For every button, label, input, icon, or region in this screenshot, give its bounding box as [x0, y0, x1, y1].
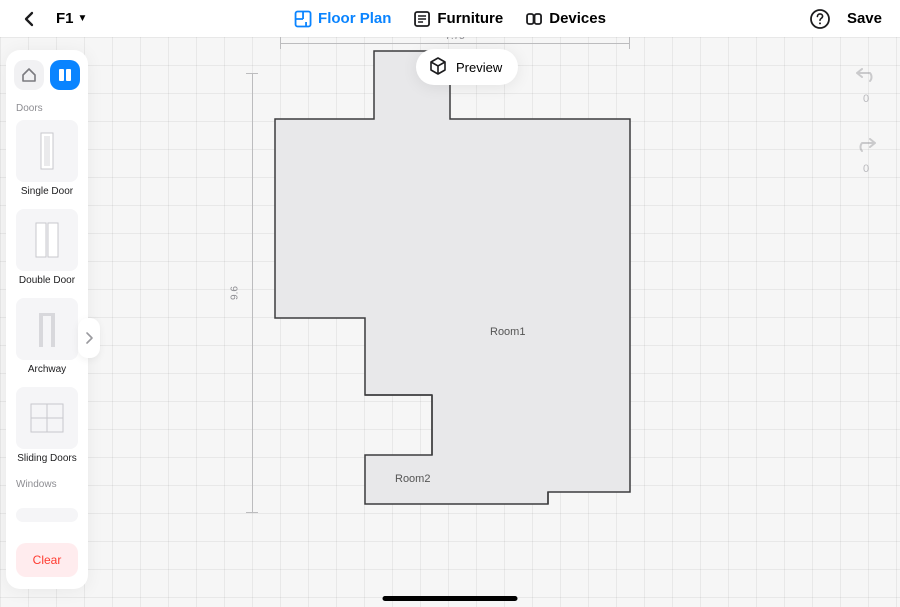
tab-devices-label: Devices — [549, 10, 606, 27]
clear-button[interactable]: Clear — [16, 543, 78, 577]
topbar: F1 ▼ Floor Plan Furniture Devices Save — [0, 0, 900, 37]
lib-sliding-doors[interactable]: Sliding Doors — [16, 387, 78, 464]
preview-label: Preview — [456, 60, 502, 75]
room1-label: Room1 — [490, 326, 525, 338]
tab-furniture[interactable]: Furniture — [413, 10, 503, 28]
section-doors-label: Doors — [6, 100, 88, 120]
floor-plan-icon — [294, 10, 312, 28]
sidebar: Doors Single Door Double Door Archway Sl… — [6, 50, 88, 589]
help-button[interactable] — [809, 8, 831, 30]
tab-floor-plan[interactable]: Floor Plan — [294, 10, 391, 28]
undo-button[interactable] — [852, 63, 880, 85]
undo-count: 0 — [863, 93, 869, 105]
chevron-right-icon — [84, 331, 94, 345]
tab-floor-plan-label: Floor Plan — [318, 10, 391, 27]
dimension-width: 7.75 — [280, 35, 630, 49]
tabs: Floor Plan Furniture Devices — [294, 10, 606, 28]
redo-button[interactable] — [852, 133, 880, 155]
dimension-height: 9.6 — [244, 73, 260, 513]
lib-sliding-doors-label: Sliding Doors — [17, 453, 76, 464]
redo-count: 0 — [863, 163, 869, 175]
undo-icon — [853, 64, 879, 84]
topbar-right: Save — [809, 8, 882, 30]
floor-label: F1 — [56, 10, 74, 27]
dimension-height-value: 9.6 — [229, 286, 240, 300]
lib-single-door[interactable]: Single Door — [16, 120, 78, 197]
floor-selector[interactable]: F1 ▼ — [56, 10, 87, 27]
preview-icon — [428, 56, 448, 79]
section-windows-label: Windows — [16, 476, 78, 496]
lib-single-door-label: Single Door — [21, 186, 73, 197]
house-icon — [20, 66, 38, 84]
canvas[interactable]: Room1 Room2 7.75 9.6 Preview 0 0 — [0, 37, 900, 607]
redo-icon — [853, 134, 879, 154]
doors-icon — [56, 66, 74, 84]
devices-icon — [525, 10, 543, 28]
lib-double-door[interactable]: Double Door — [16, 209, 78, 286]
furniture-icon — [413, 10, 431, 28]
back-icon — [22, 11, 36, 27]
history-controls: 0 0 — [852, 63, 880, 175]
lib-archway-label: Archway — [28, 364, 66, 375]
mode-doors[interactable] — [50, 60, 80, 90]
home-indicator — [383, 596, 518, 601]
sidebar-mode-toggle — [6, 58, 88, 100]
preview-button[interactable]: Preview — [416, 49, 518, 85]
library-list: Single Door Double Door Archway Sliding … — [6, 120, 88, 543]
save-button[interactable]: Save — [847, 10, 882, 27]
lib-archway[interactable]: Archway — [16, 298, 78, 375]
help-icon — [809, 8, 831, 30]
tab-furniture-label: Furniture — [437, 10, 503, 27]
back-button[interactable] — [18, 8, 40, 30]
room2-label: Room2 — [395, 473, 430, 485]
caret-down-icon: ▼ — [78, 13, 88, 24]
mode-rooms[interactable] — [14, 60, 44, 90]
sidebar-collapse-handle[interactable] — [78, 318, 100, 358]
tab-devices[interactable]: Devices — [525, 10, 606, 28]
lib-double-door-label: Double Door — [19, 275, 75, 286]
lib-window-peek[interactable] — [16, 508, 78, 522]
floor-plan-shape[interactable] — [0, 37, 900, 607]
